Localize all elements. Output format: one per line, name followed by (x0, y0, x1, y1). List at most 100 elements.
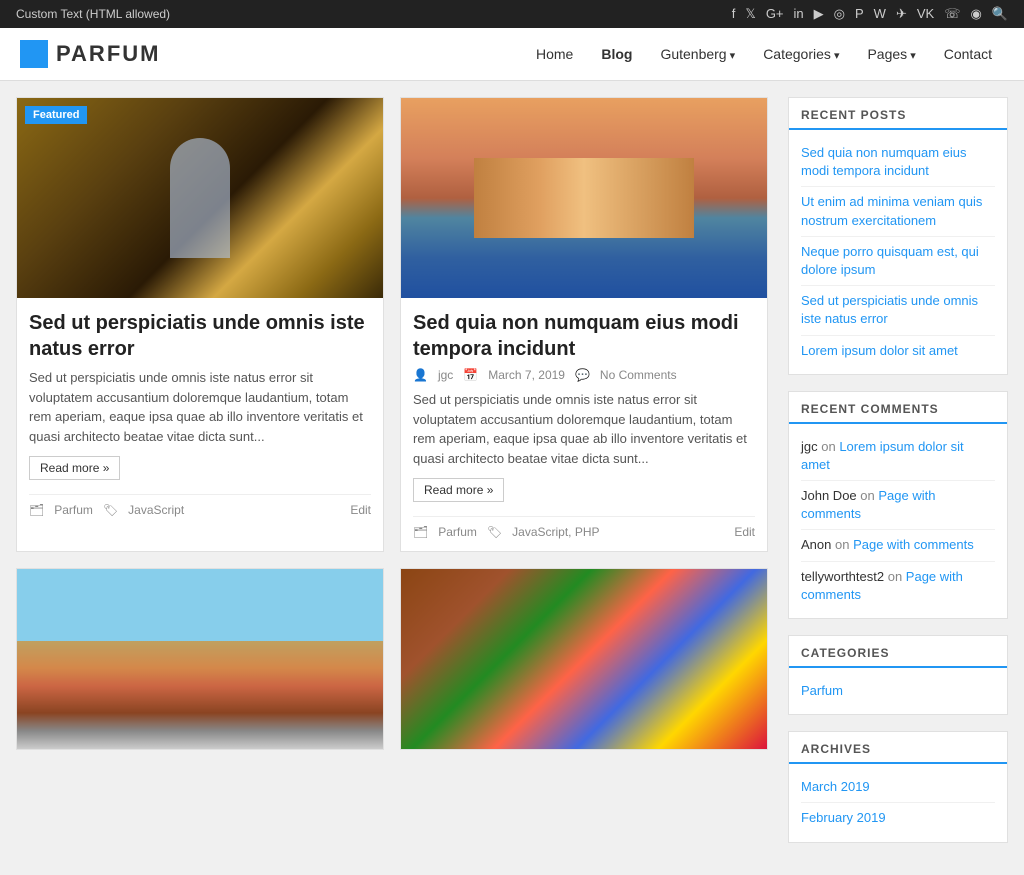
post-1-image (17, 98, 383, 298)
archive-1[interactable]: February 2019 (801, 803, 995, 833)
post-card-4 (400, 568, 768, 750)
archives-title: ARCHIVES (789, 732, 1007, 764)
post-card-1: Featured Sed ut perspiciatis unde omnis … (16, 97, 384, 552)
post-2-tag-icon: 🏷 (487, 525, 502, 539)
post-2-image-wrapper (401, 98, 767, 298)
post-2-comments: No Comments (600, 368, 677, 382)
whatsapp-icon[interactable]: ☏ (944, 6, 960, 22)
post-2-category-icon: 🗂 (413, 525, 428, 539)
archives-widget: ARCHIVES March 2019 February 2019 (788, 731, 1008, 842)
post-1-excerpt: Sed ut perspiciatis unde omnis iste natu… (29, 368, 371, 446)
post-1-title[interactable]: Sed ut perspiciatis unde omnis iste natu… (29, 310, 371, 362)
post-2-meta: 👤 jgc 📅 March 7, 2019 💬 No Comments (413, 368, 755, 382)
featured-badge: Featured (25, 106, 87, 124)
top-bar-text: Custom Text (HTML allowed) (16, 7, 170, 21)
post-1-category-icon: 🗂 (29, 503, 44, 517)
main-nav: Home Blog Gutenberg Categories Pages Con… (524, 40, 1004, 68)
comment-2-link[interactable]: Page with comments (853, 537, 974, 552)
nav-categories[interactable]: Categories (751, 40, 851, 68)
instagram-icon[interactable]: ◎ (834, 6, 845, 22)
post-2-comments-icon: 💬 (575, 368, 590, 382)
logo-text: PARFUM (56, 41, 160, 67)
recent-comment-1[interactable]: John Doe on Page with comments (801, 481, 995, 530)
post-1-image-wrapper: Featured (17, 98, 383, 298)
recent-post-2[interactable]: Neque porro quisquam est, qui dolore ips… (801, 237, 995, 286)
post-card-3 (16, 568, 384, 750)
post-2-footer-left: 🗂 Parfum 🏷 JavaScript, PHP (413, 525, 600, 539)
categories-widget: CATEGORIES Parfum (788, 635, 1008, 715)
post-2-date: March 7, 2019 (488, 368, 565, 382)
nav-home[interactable]: Home (524, 40, 585, 68)
post-2-date-icon: 📅 (463, 368, 478, 382)
post-2-excerpt: Sed ut perspiciatis unde omnis iste natu… (413, 390, 755, 468)
rss-icon[interactable]: ◉ (970, 6, 981, 22)
post-1-footer: 🗂 Parfum 🏷 JavaScript Edit (29, 494, 371, 517)
logo[interactable]: PARFUM (20, 40, 160, 68)
top-bar: Custom Text (HTML allowed) f 𝕏 G+ in ▶ ◎… (0, 0, 1024, 28)
post-4-image (401, 569, 767, 749)
pinterest-icon[interactable]: P (855, 6, 864, 22)
recent-comment-3[interactable]: tellyworthtest2 on Page with comments (801, 562, 995, 610)
categories-list: Parfum (789, 668, 1007, 714)
recent-comment-0[interactable]: jgc on Lorem ipsum dolor sit amet (801, 432, 995, 481)
post-2-edit[interactable]: Edit (734, 525, 755, 539)
logo-square (20, 40, 48, 68)
top-bar-icons: f 𝕏 G+ in ▶ ◎ P W ✈ VK ☏ ◉ 🔍 (732, 6, 1008, 22)
post-2-footer: 🗂 Parfum 🏷 JavaScript, PHP Edit (413, 516, 755, 539)
post-4-image-wrapper (401, 569, 767, 749)
post-2-body: Sed quia non numquam eius modi tempora i… (401, 298, 767, 551)
twitter-icon[interactable]: 𝕏 (745, 6, 755, 22)
post-card-2: Sed quia non numquam eius modi tempora i… (400, 97, 768, 552)
post-2-title[interactable]: Sed quia non numquam eius modi tempora i… (413, 310, 755, 362)
post-1-tags[interactable]: JavaScript (128, 503, 184, 517)
nav-contact[interactable]: Contact (932, 40, 1004, 68)
category-0[interactable]: Parfum (801, 676, 995, 706)
post-1-footer-left: 🗂 Parfum 🏷 JavaScript (29, 503, 184, 517)
post-2-author: jgc (438, 368, 453, 382)
telegram-icon[interactable]: ✈ (896, 6, 907, 22)
google-plus-icon[interactable]: G+ (766, 6, 784, 22)
main-layout: Featured Sed ut perspiciatis unde omnis … (0, 81, 1024, 875)
commenter-3: tellyworthtest2 (801, 569, 884, 584)
content-grid: Featured Sed ut perspiciatis unde omnis … (16, 97, 768, 859)
header: PARFUM Home Blog Gutenberg Categories Pa… (0, 28, 1024, 81)
recent-post-3[interactable]: Sed ut perspiciatis unde omnis iste natu… (801, 286, 995, 335)
archives-list: March 2019 February 2019 (789, 764, 1007, 841)
nav-pages[interactable]: Pages (855, 40, 927, 68)
archive-0[interactable]: March 2019 (801, 772, 995, 803)
nav-gutenberg[interactable]: Gutenberg (648, 40, 747, 68)
recent-posts-widget: RECENT POSTS Sed quia non numquam eius m… (788, 97, 1008, 375)
post-2-tags[interactable]: JavaScript, PHP (512, 525, 599, 539)
vk-icon[interactable]: VK (917, 6, 934, 22)
facebook-icon[interactable]: f (732, 6, 736, 22)
recent-comments-widget: RECENT COMMENTS jgc on Lorem ipsum dolor… (788, 391, 1008, 619)
recent-posts-title: RECENT POSTS (789, 98, 1007, 130)
categories-title: CATEGORIES (789, 636, 1007, 668)
nav-blog[interactable]: Blog (589, 40, 644, 68)
post-1-read-more[interactable]: Read more » (29, 456, 120, 480)
recent-post-1[interactable]: Ut enim ad minima veniam quis nostrum ex… (801, 187, 995, 236)
post-1-edit[interactable]: Edit (350, 503, 371, 517)
search-icon[interactable]: 🔍 (992, 6, 1008, 22)
post-2-author-icon: 👤 (413, 368, 428, 382)
post-1-category[interactable]: Parfum (54, 503, 93, 517)
recent-comments-title: RECENT COMMENTS (789, 392, 1007, 424)
recent-comment-2[interactable]: Anon on Page with comments (801, 530, 995, 561)
wordpress-icon[interactable]: W (874, 6, 886, 22)
post-2-category[interactable]: Parfum (438, 525, 477, 539)
youtube-icon[interactable]: ▶ (814, 6, 824, 22)
recent-post-4[interactable]: Lorem ipsum dolor sit amet (801, 336, 995, 366)
commenter-2: Anon (801, 537, 831, 552)
post-3-image-wrapper (17, 569, 383, 749)
recent-posts-list: Sed quia non numquam eius modi tempora i… (789, 130, 1007, 374)
post-1-tag-icon: 🏷 (103, 503, 118, 517)
post-2-read-more[interactable]: Read more » (413, 478, 504, 502)
linkedin-icon[interactable]: in (794, 6, 804, 22)
commenter-0: jgc (801, 439, 818, 454)
recent-post-0[interactable]: Sed quia non numquam eius modi tempora i… (801, 138, 995, 187)
post-3-image (17, 569, 383, 749)
commenter-1: John Doe (801, 488, 857, 503)
sidebar: RECENT POSTS Sed quia non numquam eius m… (788, 97, 1008, 859)
post-2-image (401, 98, 767, 298)
post-1-body: Sed ut perspiciatis unde omnis iste natu… (17, 298, 383, 529)
